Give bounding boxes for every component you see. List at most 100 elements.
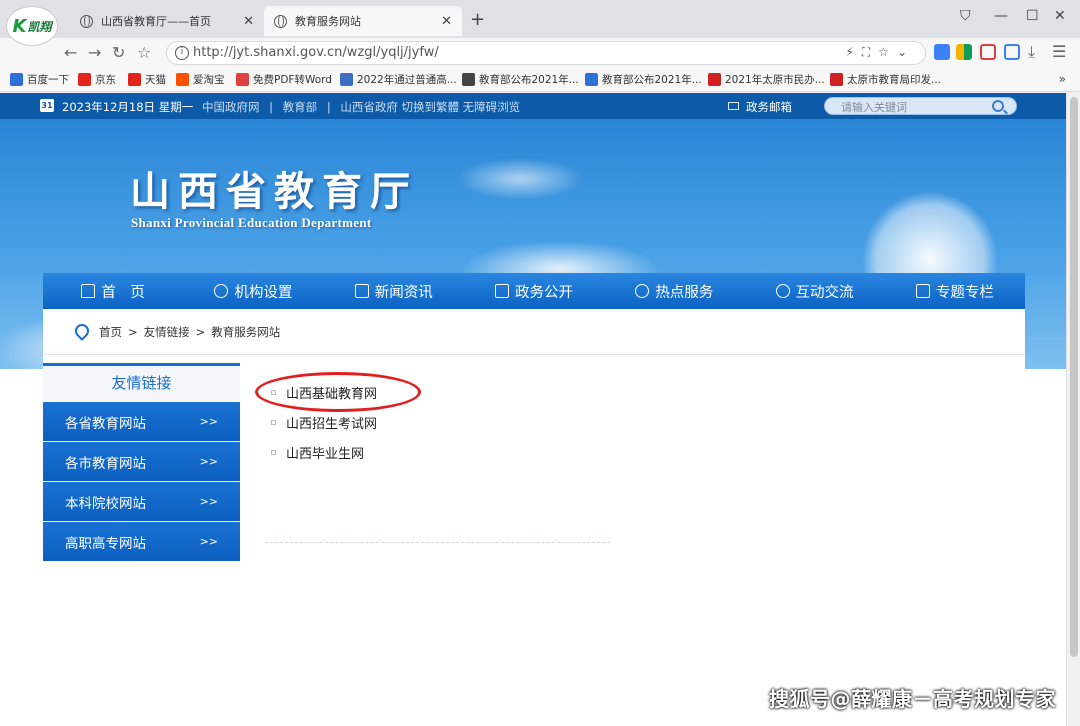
url-text: http://jyt.shanxi.gov.cn/wzgl/yqlj/jyfw/ bbox=[193, 45, 439, 60]
forward-icon[interactable]: → bbox=[88, 43, 101, 62]
scrollbar-thumb[interactable] bbox=[1070, 97, 1078, 657]
nav-label: 政务公开 bbox=[514, 284, 573, 301]
link-moe[interactable]: 教育部 bbox=[283, 100, 318, 114]
divider: | bbox=[269, 100, 274, 114]
star-icon[interactable]: ☆ bbox=[137, 43, 151, 62]
sidebar-item-city[interactable]: 各市教育网站 >> bbox=[43, 442, 240, 481]
arrow-icon: >> bbox=[199, 495, 218, 508]
arrow-icon: >> bbox=[199, 535, 218, 548]
bookmark-icon bbox=[236, 73, 249, 86]
gov-icon bbox=[494, 284, 509, 298]
search-placeholder: 请输入关键词 bbox=[841, 101, 907, 114]
divider: | bbox=[326, 100, 331, 114]
bookmark-label: 太原市教育局印发... bbox=[847, 74, 942, 86]
back-icon[interactable]: ← bbox=[64, 43, 77, 62]
bookmark-item[interactable]: 百度一下 bbox=[10, 72, 69, 87]
bookmark-label: 教育部公布2021年... bbox=[602, 74, 702, 86]
location-pin-icon bbox=[72, 321, 92, 341]
nav-home[interactable]: 首 页 bbox=[43, 273, 183, 309]
list-item[interactable]: 山西毕业生网 bbox=[271, 437, 377, 467]
nav-gov-affairs[interactable]: 政务公开 bbox=[464, 273, 604, 309]
bookmark-label: 免费PDF转Word bbox=[253, 74, 332, 86]
bookmark-item[interactable]: 爱淘宝 bbox=[176, 72, 225, 87]
globe-icon bbox=[274, 14, 287, 28]
close-window-button[interactable]: ✕ bbox=[1054, 8, 1066, 24]
close-icon[interactable]: ✕ bbox=[441, 14, 452, 29]
bookmark-label: 2022年通过普通高... bbox=[357, 74, 457, 86]
sidebar-item-provincial[interactable]: 各省教育网站 >> bbox=[43, 402, 240, 441]
bookmark-item[interactable]: 天猫 bbox=[128, 72, 166, 87]
arrow-icon: >> bbox=[199, 415, 218, 428]
bookmark-item[interactable]: 教育部公布2021年... bbox=[585, 72, 702, 87]
divider bbox=[265, 542, 610, 543]
bullet-icon bbox=[271, 449, 276, 455]
search-input[interactable]: 请输入关键词 bbox=[824, 97, 1017, 115]
bookmark-item[interactable]: 免费PDF转Word bbox=[236, 72, 332, 87]
nav-special-topics[interactable]: 专题专栏 bbox=[885, 273, 1025, 309]
link-gov[interactable]: 中国政府网 bbox=[202, 100, 260, 114]
apps-icon[interactable] bbox=[956, 44, 972, 60]
shirt-icon[interactable]: ⛉ bbox=[960, 8, 971, 24]
nav-hot-services[interactable]: 热点服务 bbox=[604, 273, 744, 309]
org-icon bbox=[214, 284, 229, 298]
nav-interaction[interactable]: 互动交流 bbox=[744, 273, 884, 309]
nav-label: 新闻资讯 bbox=[374, 284, 433, 301]
nav-organization[interactable]: 机构设置 bbox=[183, 273, 323, 309]
sidebar-item-vocational[interactable]: 高职高专网站 >> bbox=[43, 522, 240, 561]
link-label[interactable]: 山西招生考试网 bbox=[286, 413, 377, 432]
sidebar-item-label: 高职高专网站 bbox=[65, 535, 146, 552]
url-input[interactable]: i http://jyt.shanxi.gov.cn/wzgl/yqlj/jyf… bbox=[166, 41, 926, 65]
bookmark-item[interactable]: 教育部公布2021年... bbox=[462, 72, 579, 87]
close-icon[interactable]: ✕ bbox=[243, 14, 254, 29]
red-highlight-circle bbox=[255, 372, 421, 412]
bookmark-label: 爱淘宝 bbox=[193, 74, 225, 86]
crop-icon[interactable] bbox=[1004, 44, 1020, 60]
sidebar: 友情链接 各省教育网站 >> 各市教育网站 >> 本科院校网站 >> 高职高专网站 >> bbox=[43, 363, 240, 561]
bookmark-item[interactable]: 2022年通过普通高... bbox=[340, 72, 457, 87]
maximize-button[interactable]: ☐ bbox=[1026, 8, 1039, 24]
reload-icon[interactable]: ↻ bbox=[112, 43, 125, 62]
nav-label: 互动交流 bbox=[795, 284, 854, 301]
sidebar-item-undergrad[interactable]: 本科院校网站 >> bbox=[43, 482, 240, 521]
bookmark-label: 教育部公布2021年... bbox=[479, 74, 579, 86]
translate-icon[interactable] bbox=[934, 44, 950, 60]
url-action-icons[interactable]: ⚡⛶☆⌄ bbox=[845, 45, 915, 60]
bookmark-icon bbox=[128, 73, 141, 86]
chevron-more-icon[interactable]: » bbox=[1059, 72, 1066, 86]
nav-label: 首 页 bbox=[101, 284, 145, 301]
scrollbar[interactable] bbox=[1066, 93, 1080, 726]
download-icon[interactable]: ⤓ bbox=[1028, 42, 1035, 62]
new-tab-button[interactable]: + bbox=[470, 9, 485, 30]
nav-news[interactable]: 新闻资讯 bbox=[324, 273, 464, 309]
bookmark-label: 天猫 bbox=[145, 74, 166, 86]
link-province[interactable]: 山西省政府 切换到繁體 无障碍浏览 bbox=[340, 100, 520, 114]
mail-link[interactable]: 政务邮箱 bbox=[746, 99, 792, 115]
breadcrumb-home[interactable]: 首页 bbox=[99, 325, 122, 339]
breadcrumb-trail: 首页 > 友情链接 > 教育服务网站 bbox=[99, 324, 280, 340]
pdf-icon[interactable] bbox=[980, 44, 996, 60]
link-label[interactable]: 山西毕业生网 bbox=[286, 443, 364, 462]
browser-logo: K 凯翔 bbox=[6, 6, 58, 46]
tab-label: 山西省教育厅——首页 bbox=[101, 15, 211, 28]
breadcrumb-friend-links[interactable]: 友情链接 bbox=[144, 325, 190, 339]
bookmark-icon bbox=[176, 73, 189, 86]
bookmark-icon bbox=[830, 73, 843, 86]
nav-label: 机构设置 bbox=[234, 284, 293, 301]
bookmark-item[interactable]: 京东 bbox=[78, 72, 116, 87]
breadcrumb-current[interactable]: 教育服务网站 bbox=[211, 325, 280, 339]
minimize-button[interactable]: — bbox=[994, 8, 1008, 24]
bookmark-item[interactable]: 2021年太原市民办... bbox=[708, 72, 825, 87]
home-icon bbox=[81, 284, 96, 298]
bullet-icon bbox=[271, 419, 276, 425]
globe-icon bbox=[80, 14, 93, 28]
bookmark-item[interactable]: 太原市教育局印发... bbox=[830, 72, 941, 87]
tab-education-services[interactable]: 教育服务网站 ✕ bbox=[264, 6, 462, 36]
nav-label: 热点服务 bbox=[655, 284, 714, 301]
bookmarks-bar: 百度一下 京东 天猫 爱淘宝 免费PDF转Word 2022年通过普通高... … bbox=[0, 68, 1080, 92]
bookmark-icon bbox=[462, 73, 475, 86]
tab-home[interactable]: 山西省教育厅——首页 ✕ bbox=[70, 6, 264, 36]
tab-label: 教育服务网站 bbox=[295, 15, 361, 28]
menu-icon[interactable]: ☰ bbox=[1052, 42, 1066, 61]
search-icon[interactable] bbox=[992, 100, 1004, 112]
info-icon[interactable]: i bbox=[175, 46, 189, 60]
